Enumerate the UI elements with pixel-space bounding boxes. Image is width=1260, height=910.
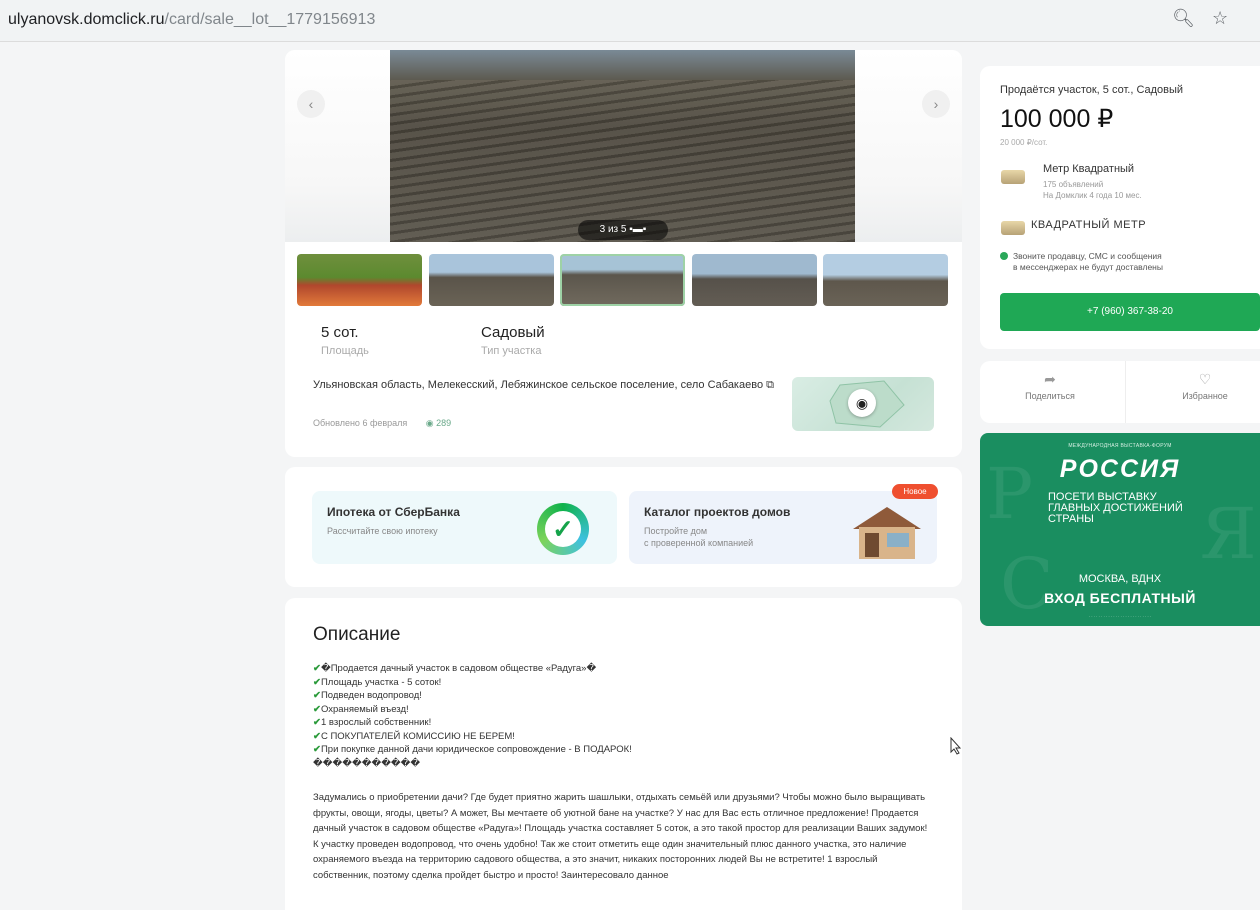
catalog-subtitle-line-1: Постройте дом xyxy=(644,526,708,536)
param-area: 5 сот. Площадь xyxy=(321,324,369,357)
map-pin-icon: ◉ xyxy=(848,389,876,417)
ad-footer-line: · · · · · · · · · · · · · · · · · · · · … xyxy=(1088,614,1152,619)
checkmark-icon: ✔ xyxy=(313,676,321,688)
mouse-cursor-icon xyxy=(950,737,962,755)
param-type-value: Садовый xyxy=(481,324,545,341)
agency-logo-icon xyxy=(1001,221,1025,235)
photo-counter: 3 из 5 ▪▬▪ xyxy=(578,220,668,240)
description-card: Описание ✔�Продается дачный участок в са… xyxy=(285,598,962,910)
list-item: ✔1 взрослый собственник! xyxy=(313,717,432,728)
list-item: ✔С ПОКУПАТЕЛЕЙ КОМИССИЮ НЕ БЕРЕМ! xyxy=(313,730,515,742)
checkmark-icon: ✔ xyxy=(313,663,321,674)
address-text: Ульяновская область, Мелекесский, Лебяжи… xyxy=(313,379,764,391)
catalog-title: Каталог проектов домов xyxy=(644,505,791,519)
checkmark-icon: ✔ xyxy=(313,717,321,728)
description-title: Описание xyxy=(313,624,401,645)
views-count: ◉ 289 xyxy=(426,418,451,428)
call-seller-button[interactable]: +7 (960) 367-38-20 xyxy=(1000,293,1260,331)
favorite-label: Избранное xyxy=(1182,391,1228,401)
chevron-right-icon: › xyxy=(933,96,939,112)
url-path: /card/sale__lot__1779156913 xyxy=(164,11,376,28)
new-badge: Новое xyxy=(892,484,938,499)
param-area-value: 5 сот. xyxy=(321,324,359,341)
agency-name[interactable]: КВАДРАТНЫЙ МЕТР xyxy=(1031,219,1146,231)
list-item: ✔Площадь участка - 5 соток! xyxy=(313,676,442,688)
description-paragraph: Задумались о приобретении дачи? Где буде… xyxy=(313,792,928,881)
catalog-subtitle-line-2: с проверенной компанией xyxy=(644,538,754,548)
url-host: ulyanovsk.domclick.ru xyxy=(8,11,165,28)
listing-address: Ульяновская область, Мелекесский, Лебяжи… xyxy=(313,378,783,392)
list-item: ✔Охраняемый въезд! xyxy=(313,703,409,715)
catalog-promo[interactable]: Каталог проектов домов Постройте дом с п… xyxy=(629,491,937,564)
promo-card: Ипотека от СберБанка Рассчитайте свою ип… xyxy=(285,467,962,587)
seller-logo-icon xyxy=(1001,170,1025,184)
share-icon: ➦ xyxy=(1044,371,1056,387)
house-icon xyxy=(853,507,921,559)
chevron-left-icon: ‹ xyxy=(308,96,314,112)
thumbnail-2[interactable] xyxy=(429,254,554,306)
ad-place: МОСКВА, ВДНХ xyxy=(1078,573,1162,585)
ad-free-entry: ВХОД БЕСПЛАТНЫЙ xyxy=(1044,590,1196,606)
heart-icon: ♡ xyxy=(1198,371,1212,387)
photo-counter-text: 3 из 5 xyxy=(599,224,627,235)
main-photo[interactable]: 3 из 5 ▪▬▪ xyxy=(390,50,855,242)
copy-icon[interactable]: ⧉ xyxy=(766,379,774,391)
thumbnail-4[interactable] xyxy=(692,254,817,306)
star-icon[interactable]: ☆ xyxy=(1212,8,1228,29)
listing-gallery-card: ‹ › 3 из 5 ▪▬▪ 5 сот. Площадь Садовый Ти… xyxy=(285,50,962,457)
listing-title: Продаётся участок, 5 сот., Садовый xyxy=(1000,84,1184,96)
list-item: ✔�Продается дачный участок в садовом общ… xyxy=(313,663,597,674)
list-item: ✔Подведен водопровод! xyxy=(313,690,422,701)
seller-meta: 175 объявлений На Домклик 4 года 10 мес. xyxy=(1043,179,1142,201)
actions-divider xyxy=(1125,361,1126,423)
thumbnail-1[interactable] xyxy=(297,254,422,306)
browser-url-bar[interactable]: ulyanovsk.domclick.ru/card/sale__lot__17… xyxy=(0,0,1260,42)
sber-logo-icon: ✓ xyxy=(537,503,589,555)
seller-name[interactable]: Метр Квадратный xyxy=(1043,163,1134,175)
price-per-unit: 20 000 ₽/сот. xyxy=(1000,138,1048,147)
thumbnail-5[interactable] xyxy=(823,254,948,306)
list-item: ✔При покупке данной дачи юридическое соп… xyxy=(313,744,632,755)
russia-expo-ad-banner[interactable]: P Я С МЕЖДУНАРОДНАЯ ВЫСТАВКА-ФОРУМ РОССИ… xyxy=(980,433,1260,626)
description-bullets: ✔�Продается дачный участок в садовом общ… xyxy=(313,662,933,770)
photo-sky xyxy=(390,50,855,80)
ad-top-line: МЕЖДУНАРОДНАЯ ВЫСТАВКА-ФОРУМ xyxy=(1068,443,1172,449)
gallery-next-button[interactable]: › xyxy=(922,90,950,118)
catalog-subtitle: Постройте дом с проверенной компанией xyxy=(644,525,814,549)
gallery-prev-button[interactable]: ‹ xyxy=(297,90,325,118)
mortgage-title: Ипотека от СберБанка xyxy=(327,505,460,519)
seller-listings-count: 175 объявлений xyxy=(1043,180,1104,189)
share-label: Поделиться xyxy=(1025,391,1075,401)
updated-date: Обновлено 6 февраля xyxy=(313,418,408,428)
thumbnail-3[interactable] xyxy=(560,254,685,306)
contact-notice: Звоните продавцу, СМС и сообщения в месс… xyxy=(1000,251,1163,273)
map-preview[interactable]: ◉ xyxy=(792,377,934,431)
param-type-label: Тип участка xyxy=(481,345,542,357)
listing-actions: ➦ Поделиться ♡ Избранное xyxy=(980,361,1260,423)
ad-logo: РОССИЯ xyxy=(1059,455,1181,483)
checkmark-icon: ✔ xyxy=(313,690,321,701)
seller-since: На Домклик 4 года 10 мес. xyxy=(1043,191,1142,200)
checkmark-icon: ✔ xyxy=(313,703,321,715)
price-card: Продаётся участок, 5 сот., Садовый 100 0… xyxy=(980,66,1260,349)
gallery-thumbnails xyxy=(297,254,952,306)
symbols-line: ����������� xyxy=(313,757,421,769)
listing-price: 100 000 ₽ xyxy=(1000,105,1114,133)
checkmark-icon: ✔ xyxy=(313,744,321,755)
share-button[interactable]: ➦ Поделиться xyxy=(990,371,1110,401)
param-type: Садовый Тип участка xyxy=(481,324,545,357)
address-bar-url[interactable]: ulyanovsk.domclick.ru/card/sale__lot__17… xyxy=(8,11,375,29)
zoom-icon[interactable]: 🔍︎ xyxy=(1172,8,1195,29)
listing-meta: Обновлено 6 февраля ◉ 289 xyxy=(313,418,451,429)
mortgage-promo[interactable]: Ипотека от СберБанка Рассчитайте свою ип… xyxy=(312,491,617,564)
views-value: 289 xyxy=(436,418,452,428)
shield-icon xyxy=(1000,252,1008,260)
eye-icon: ◉ xyxy=(425,418,434,428)
ad-headline: ПОСЕТИ ВЫСТАВКУ ГЛАВНЫХ ДОСТИЖЕНИЙ СТРАН… xyxy=(1048,491,1183,525)
checkmark-icon: ✔ xyxy=(313,730,321,742)
favorite-button[interactable]: ♡ Избранное xyxy=(1145,371,1260,401)
param-area-label: Площадь xyxy=(321,345,369,357)
mortgage-subtitle: Рассчитайте свою ипотеку xyxy=(327,526,438,536)
